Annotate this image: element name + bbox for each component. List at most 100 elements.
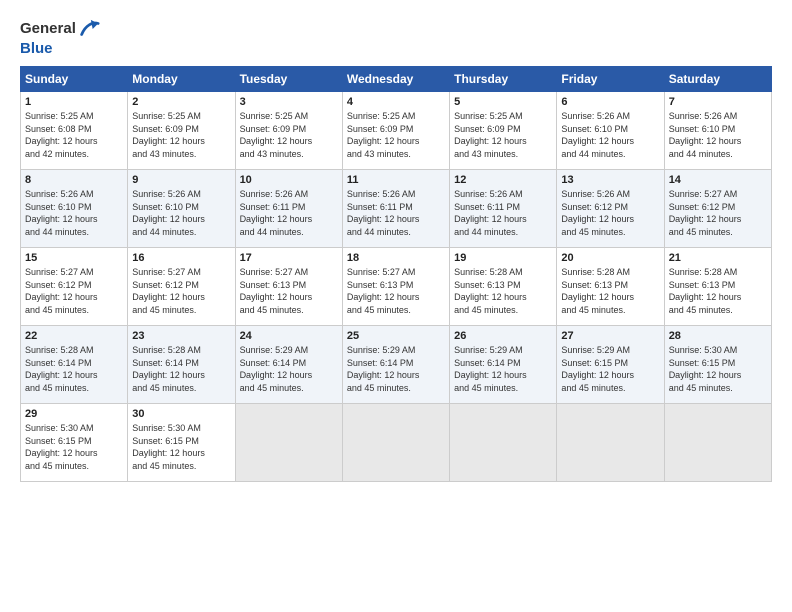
- day-number: 12: [454, 174, 552, 186]
- day-cell: 14 Sunrise: 5:27 AM Sunset: 6:12 PM Dayli…: [664, 170, 771, 248]
- day-number: 4: [347, 96, 445, 108]
- day-info: Sunrise: 5:29 AM Sunset: 6:15 PM Dayligh…: [561, 344, 659, 394]
- day-cell: [342, 404, 449, 482]
- day-number: 23: [132, 330, 230, 342]
- day-number: 10: [240, 174, 338, 186]
- day-info: Sunrise: 5:28 AM Sunset: 6:14 PM Dayligh…: [25, 344, 123, 394]
- col-header-wednesday: Wednesday: [342, 67, 449, 92]
- day-info: Sunrise: 5:29 AM Sunset: 6:14 PM Dayligh…: [347, 344, 445, 394]
- day-cell: 11 Sunrise: 5:26 AM Sunset: 6:11 PM Dayli…: [342, 170, 449, 248]
- day-cell: 8 Sunrise: 5:26 AM Sunset: 6:10 PM Daylig…: [21, 170, 128, 248]
- day-number: 24: [240, 330, 338, 342]
- day-number: 27: [561, 330, 659, 342]
- day-info: Sunrise: 5:30 AM Sunset: 6:15 PM Dayligh…: [132, 422, 230, 472]
- week-row-5: 29 Sunrise: 5:30 AM Sunset: 6:15 PM Dayli…: [21, 404, 772, 482]
- day-cell: 4Sunrise: 5:25 AM Sunset: 6:09 PM Daylig…: [342, 92, 449, 170]
- day-number: 8: [25, 174, 123, 186]
- day-cell: 20 Sunrise: 5:28 AM Sunset: 6:13 PM Dayli…: [557, 248, 664, 326]
- day-number: 6: [561, 96, 659, 108]
- day-cell: 1Sunrise: 5:25 AM Sunset: 6:08 PM Daylig…: [21, 92, 128, 170]
- day-info: Sunrise: 5:25 AM Sunset: 6:09 PM Dayligh…: [240, 110, 338, 160]
- day-cell: 29 Sunrise: 5:30 AM Sunset: 6:15 PM Dayli…: [21, 404, 128, 482]
- day-cell: 18Sunrise: 5:27 AM Sunset: 6:13 PM Dayli…: [342, 248, 449, 326]
- col-header-sunday: Sunday: [21, 67, 128, 92]
- day-cell: 24Sunrise: 5:29 AM Sunset: 6:14 PM Dayli…: [235, 326, 342, 404]
- day-cell: [664, 404, 771, 482]
- day-info: Sunrise: 5:27 AM Sunset: 6:12 PM Dayligh…: [669, 188, 767, 238]
- day-cell: 10 Sunrise: 5:26 AM Sunset: 6:11 PM Dayli…: [235, 170, 342, 248]
- day-number: 25: [347, 330, 445, 342]
- day-info: Sunrise: 5:28 AM Sunset: 6:13 PM Dayligh…: [669, 266, 767, 316]
- day-number: 16: [132, 252, 230, 264]
- day-cell: [235, 404, 342, 482]
- day-info: Sunrise: 5:26 AM Sunset: 6:10 PM Dayligh…: [669, 110, 767, 160]
- day-number: 29: [25, 408, 123, 420]
- day-cell: 25 Sunrise: 5:29 AM Sunset: 6:14 PM Dayli…: [342, 326, 449, 404]
- col-header-tuesday: Tuesday: [235, 67, 342, 92]
- day-info: Sunrise: 5:26 AM Sunset: 6:10 PM Dayligh…: [132, 188, 230, 238]
- day-cell: 5 Sunrise: 5:25 AM Sunset: 6:09 PM Daylig…: [450, 92, 557, 170]
- day-number: 15: [25, 252, 123, 264]
- day-cell: 17 Sunrise: 5:27 AM Sunset: 6:13 PM Dayli…: [235, 248, 342, 326]
- day-number: 26: [454, 330, 552, 342]
- day-info: Sunrise: 5:25 AM Sunset: 6:09 PM Dayligh…: [132, 110, 230, 160]
- day-number: 20: [561, 252, 659, 264]
- day-cell: 15 Sunrise: 5:27 AM Sunset: 6:12 PM Dayli…: [21, 248, 128, 326]
- logo-text-general: General: [20, 21, 76, 38]
- day-info: Sunrise: 5:27 AM Sunset: 6:13 PM Dayligh…: [240, 266, 338, 316]
- day-info: Sunrise: 5:28 AM Sunset: 6:13 PM Dayligh…: [454, 266, 552, 316]
- week-row-1: 1Sunrise: 5:25 AM Sunset: 6:08 PM Daylig…: [21, 92, 772, 170]
- col-header-monday: Monday: [128, 67, 235, 92]
- day-cell: 7Sunrise: 5:26 AM Sunset: 6:10 PM Daylig…: [664, 92, 771, 170]
- calendar-table: SundayMondayTuesdayWednesdayThursdayFrid…: [20, 66, 772, 482]
- day-number: 17: [240, 252, 338, 264]
- day-cell: 3 Sunrise: 5:25 AM Sunset: 6:09 PM Daylig…: [235, 92, 342, 170]
- day-cell: 23 Sunrise: 5:28 AM Sunset: 6:14 PM Dayli…: [128, 326, 235, 404]
- header-row: SundayMondayTuesdayWednesdayThursdayFrid…: [21, 67, 772, 92]
- day-number: 9: [132, 174, 230, 186]
- day-cell: 9 Sunrise: 5:26 AM Sunset: 6:10 PM Daylig…: [128, 170, 235, 248]
- week-row-3: 15 Sunrise: 5:27 AM Sunset: 6:12 PM Dayli…: [21, 248, 772, 326]
- day-cell: 28 Sunrise: 5:30 AM Sunset: 6:15 PM Dayli…: [664, 326, 771, 404]
- day-info: Sunrise: 5:25 AM Sunset: 6:09 PM Dayligh…: [454, 110, 552, 160]
- day-cell: 22Sunrise: 5:28 AM Sunset: 6:14 PM Dayli…: [21, 326, 128, 404]
- day-info: Sunrise: 5:26 AM Sunset: 6:11 PM Dayligh…: [454, 188, 552, 238]
- day-info: Sunrise: 5:30 AM Sunset: 6:15 PM Dayligh…: [669, 344, 767, 394]
- logo-text-blue: Blue: [20, 40, 53, 57]
- col-header-friday: Friday: [557, 67, 664, 92]
- day-number: 14: [669, 174, 767, 186]
- day-info: Sunrise: 5:26 AM Sunset: 6:11 PM Dayligh…: [347, 188, 445, 238]
- day-number: 21: [669, 252, 767, 264]
- day-info: Sunrise: 5:28 AM Sunset: 6:14 PM Dayligh…: [132, 344, 230, 394]
- day-info: Sunrise: 5:27 AM Sunset: 6:12 PM Dayligh…: [25, 266, 123, 316]
- day-info: Sunrise: 5:26 AM Sunset: 6:10 PM Dayligh…: [561, 110, 659, 160]
- day-cell: 21 Sunrise: 5:28 AM Sunset: 6:13 PM Dayli…: [664, 248, 771, 326]
- logo: General Blue: [20, 18, 100, 58]
- day-number: 2: [132, 96, 230, 108]
- day-number: 3: [240, 96, 338, 108]
- day-cell: 16 Sunrise: 5:27 AM Sunset: 6:12 PM Dayli…: [128, 248, 235, 326]
- week-row-2: 8 Sunrise: 5:26 AM Sunset: 6:10 PM Daylig…: [21, 170, 772, 248]
- page: General Blue SundayMondayTuesdayWednesda…: [0, 0, 792, 612]
- day-cell: 19 Sunrise: 5:28 AM Sunset: 6:13 PM Dayli…: [450, 248, 557, 326]
- day-info: Sunrise: 5:25 AM Sunset: 6:08 PM Dayligh…: [25, 110, 123, 160]
- day-number: 28: [669, 330, 767, 342]
- day-info: Sunrise: 5:27 AM Sunset: 6:13 PM Dayligh…: [347, 266, 445, 316]
- day-number: 13: [561, 174, 659, 186]
- header: General Blue: [20, 18, 772, 58]
- day-number: 5: [454, 96, 552, 108]
- day-cell: 13 Sunrise: 5:26 AM Sunset: 6:12 PM Dayli…: [557, 170, 664, 248]
- day-cell: 6 Sunrise: 5:26 AM Sunset: 6:10 PM Daylig…: [557, 92, 664, 170]
- day-cell: 2 Sunrise: 5:25 AM Sunset: 6:09 PM Daylig…: [128, 92, 235, 170]
- day-cell: 30Sunrise: 5:30 AM Sunset: 6:15 PM Dayli…: [128, 404, 235, 482]
- day-number: 19: [454, 252, 552, 264]
- day-info: Sunrise: 5:30 AM Sunset: 6:15 PM Dayligh…: [25, 422, 123, 472]
- day-cell: [450, 404, 557, 482]
- day-cell: 12 Sunrise: 5:26 AM Sunset: 6:11 PM Dayli…: [450, 170, 557, 248]
- day-info: Sunrise: 5:26 AM Sunset: 6:11 PM Dayligh…: [240, 188, 338, 238]
- day-info: Sunrise: 5:28 AM Sunset: 6:13 PM Dayligh…: [561, 266, 659, 316]
- day-info: Sunrise: 5:26 AM Sunset: 6:12 PM Dayligh…: [561, 188, 659, 238]
- day-number: 11: [347, 174, 445, 186]
- day-info: Sunrise: 5:27 AM Sunset: 6:12 PM Dayligh…: [132, 266, 230, 316]
- day-info: Sunrise: 5:26 AM Sunset: 6:10 PM Dayligh…: [25, 188, 123, 238]
